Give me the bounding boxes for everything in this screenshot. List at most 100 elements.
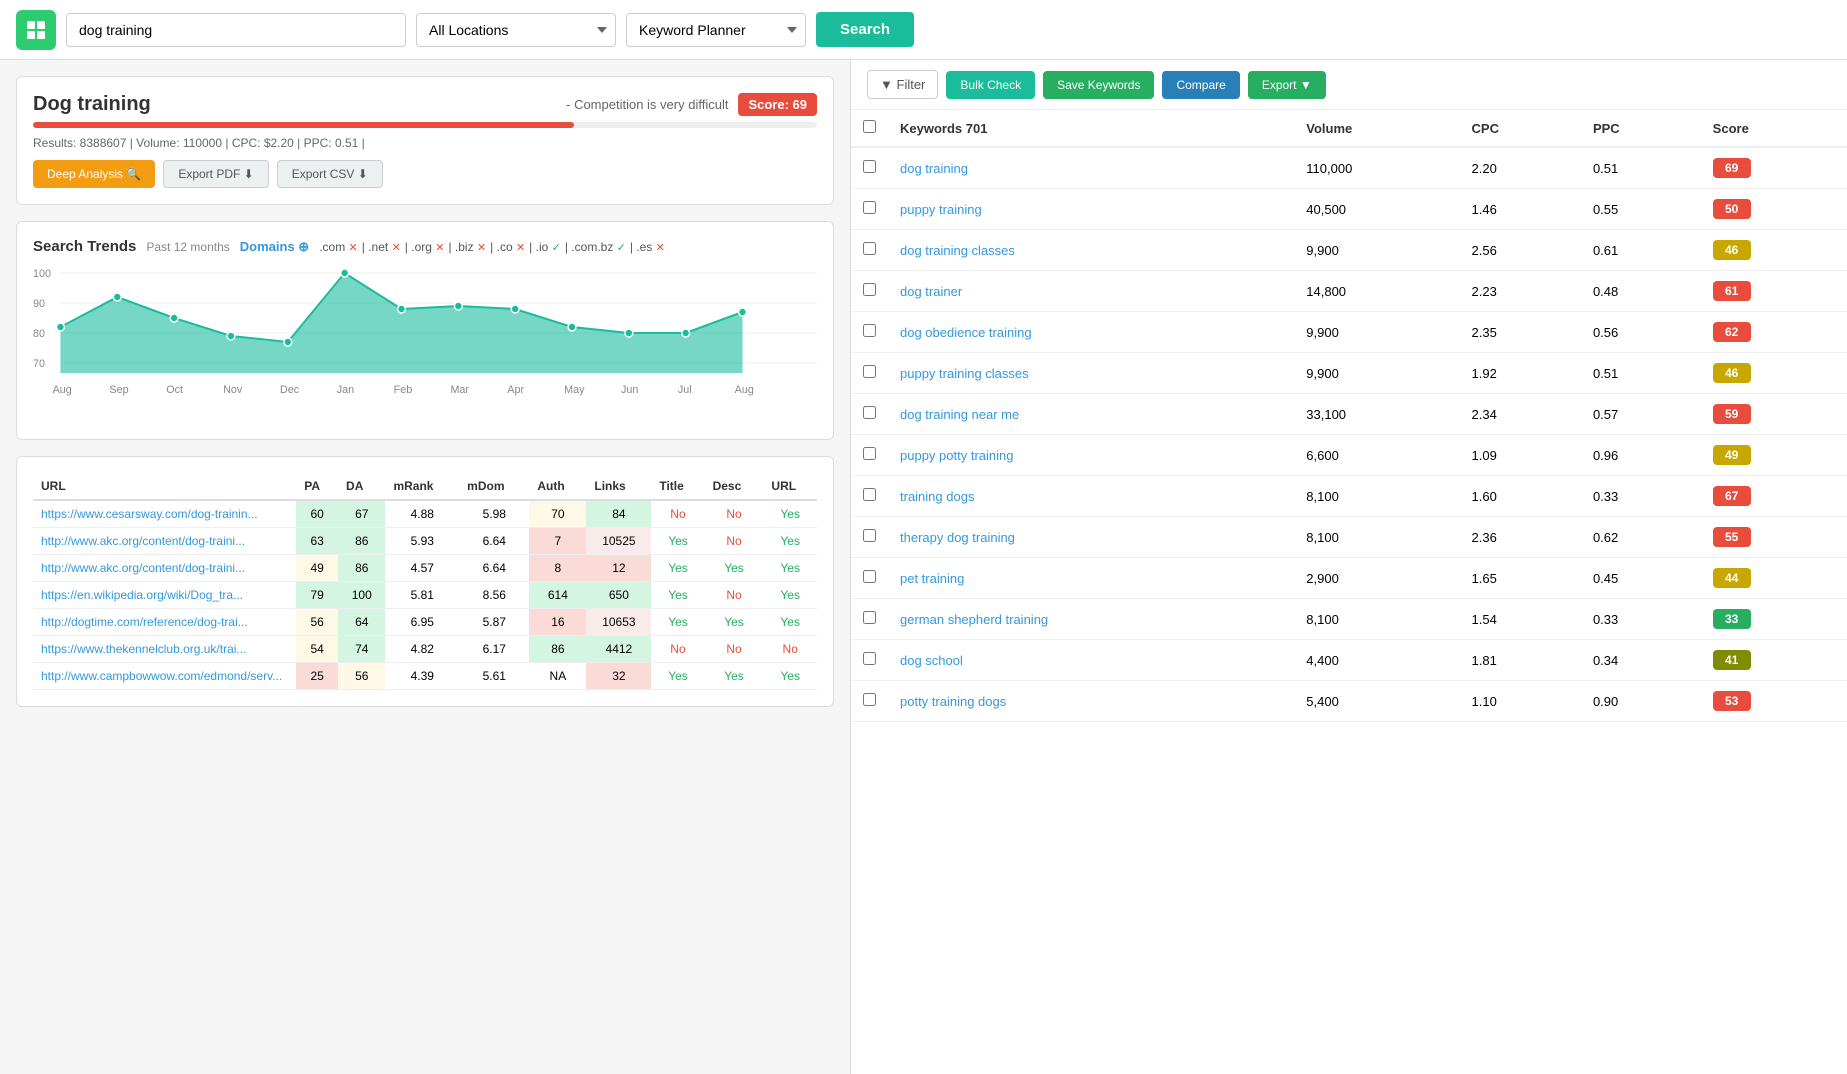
- row-checkbox[interactable]: [863, 652, 876, 665]
- url-flag-cell: Yes: [763, 528, 817, 555]
- col-mdom: mDom: [459, 473, 529, 500]
- url-cell[interactable]: https://en.wikipedia.org/wiki/Dog_tra...: [33, 582, 296, 609]
- ppc-cell: 0.33: [1581, 599, 1701, 640]
- url-cell[interactable]: https://www.cesarsway.com/dog-trainin...: [33, 500, 296, 528]
- row-checkbox[interactable]: [863, 693, 876, 706]
- links-cell: 10653: [586, 609, 651, 636]
- location-select[interactable]: All Locations: [416, 13, 616, 47]
- list-item: potty training dogs 5,400 1.10 0.90 53: [851, 681, 1847, 722]
- keyword-link[interactable]: dog training: [900, 161, 968, 176]
- row-checkbox-cell: [851, 353, 888, 394]
- svg-text:Oct: Oct: [166, 384, 183, 396]
- col-url-flag: URL: [763, 473, 817, 500]
- mdom-cell: 5.87: [459, 609, 529, 636]
- row-checkbox-cell: [851, 681, 888, 722]
- url-cell[interactable]: http://www.akc.org/content/dog-traini...: [33, 555, 296, 582]
- keyword-link[interactable]: dog school: [900, 653, 963, 668]
- row-checkbox[interactable]: [863, 570, 876, 583]
- domains-label[interactable]: Domains ⊕: [240, 239, 309, 255]
- url-cell[interactable]: http://www.campbowwow.com/edmond/serv...: [33, 663, 296, 690]
- ppc-cell: 0.61: [1581, 230, 1701, 271]
- url-flag-cell: Yes: [763, 500, 817, 528]
- col-ppc: PPC: [1581, 110, 1701, 147]
- url-cell[interactable]: http://dogtime.com/reference/dog-trai...: [33, 609, 296, 636]
- cpc-cell: 1.09: [1460, 435, 1581, 476]
- svg-text:Aug: Aug: [735, 384, 754, 396]
- ppc-cell: 0.55: [1581, 189, 1701, 230]
- score-pill: 41: [1713, 650, 1751, 670]
- row-checkbox[interactable]: [863, 324, 876, 337]
- mrank-cell: 4.39: [385, 663, 459, 690]
- search-input[interactable]: [66, 13, 406, 47]
- url-table: URL PA DA mRank mDom Auth Links Title De…: [33, 473, 817, 690]
- keyword-link[interactable]: dog training classes: [900, 243, 1015, 258]
- export-csv-button[interactable]: Export CSV ⬇: [277, 160, 383, 188]
- keyword-cell: puppy training classes: [888, 353, 1294, 394]
- right-panel: ▼ Filter Bulk Check Save Keywords Compar…: [850, 60, 1847, 1074]
- svg-text:Jul: Jul: [678, 384, 692, 396]
- filter-button[interactable]: ▼ Filter: [867, 70, 938, 99]
- volume-cell: 9,900: [1294, 312, 1459, 353]
- score-pill: 62: [1713, 322, 1751, 342]
- keyword-cell: dog training classes: [888, 230, 1294, 271]
- row-checkbox-cell: [851, 558, 888, 599]
- keyword-link[interactable]: puppy potty training: [900, 448, 1013, 463]
- row-checkbox[interactable]: [863, 242, 876, 255]
- export-button[interactable]: Export ▼: [1248, 71, 1326, 99]
- keyword-link[interactable]: german shepherd training: [900, 612, 1048, 627]
- keyword-link[interactable]: training dogs: [900, 489, 974, 504]
- score-card: Dog training - Competition is very diffi…: [16, 76, 834, 205]
- url-flag-cell: Yes: [763, 663, 817, 690]
- svg-text:Dec: Dec: [280, 384, 300, 396]
- keyword-link[interactable]: puppy training: [900, 202, 982, 217]
- list-item: dog trainer 14,800 2.23 0.48 61: [851, 271, 1847, 312]
- select-all-checkbox[interactable]: [863, 120, 876, 133]
- row-checkbox[interactable]: [863, 406, 876, 419]
- keyword-link[interactable]: potty training dogs: [900, 694, 1006, 709]
- row-checkbox[interactable]: [863, 611, 876, 624]
- url-cell[interactable]: https://www.thekennelclub.org.uk/trai...: [33, 636, 296, 663]
- col-score: Score: [1701, 110, 1847, 147]
- compare-button[interactable]: Compare: [1162, 71, 1239, 99]
- deep-analysis-button[interactable]: Deep Analysis 🔍: [33, 160, 155, 188]
- keyword-link[interactable]: dog trainer: [900, 284, 962, 299]
- url-cell[interactable]: http://www.akc.org/content/dog-traini...: [33, 528, 296, 555]
- row-checkbox[interactable]: [863, 201, 876, 214]
- row-checkbox[interactable]: [863, 365, 876, 378]
- tool-select[interactable]: Keyword Planner: [626, 13, 806, 47]
- bulk-check-button[interactable]: Bulk Check: [946, 71, 1035, 99]
- keyword-link[interactable]: pet training: [900, 571, 964, 586]
- links-cell: 12: [586, 555, 651, 582]
- main-layout: Dog training - Competition is very diffi…: [0, 60, 1847, 1074]
- col-volume: Volume: [1294, 110, 1459, 147]
- links-cell: 4412: [586, 636, 651, 663]
- row-checkbox-cell: [851, 476, 888, 517]
- col-pa: PA: [296, 473, 338, 500]
- keyword-link[interactable]: dog training near me: [900, 407, 1019, 422]
- score-pill: 59: [1713, 404, 1751, 424]
- da-cell: 86: [338, 528, 385, 555]
- row-checkbox-cell: [851, 189, 888, 230]
- row-checkbox[interactable]: [863, 529, 876, 542]
- keyword-link[interactable]: puppy training classes: [900, 366, 1029, 381]
- list-item: dog training classes 9,900 2.56 0.61 46: [851, 230, 1847, 271]
- row-checkbox[interactable]: [863, 488, 876, 501]
- links-cell: 32: [586, 663, 651, 690]
- save-keywords-button[interactable]: Save Keywords: [1043, 71, 1154, 99]
- desc-cell: Yes: [705, 663, 764, 690]
- row-checkbox[interactable]: [863, 283, 876, 296]
- domain-tag-co: | .co ✕: [490, 240, 525, 254]
- keyword-link[interactable]: dog obedience training: [900, 325, 1032, 340]
- export-pdf-button[interactable]: Export PDF ⬇: [163, 160, 268, 188]
- pa-cell: 54: [296, 636, 338, 663]
- keyword-link[interactable]: therapy dog training: [900, 530, 1015, 545]
- score-pill: 50: [1713, 199, 1751, 219]
- domain-tag-biz: | .biz ✕: [448, 240, 486, 254]
- logo-icon[interactable]: [16, 10, 56, 50]
- search-button[interactable]: Search: [816, 12, 914, 47]
- row-checkbox[interactable]: [863, 447, 876, 460]
- desc-cell: No: [705, 582, 764, 609]
- cpc-cell: 1.81: [1460, 640, 1581, 681]
- table-row: http://www.campbowwow.com/edmond/serv...…: [33, 663, 817, 690]
- row-checkbox[interactable]: [863, 160, 876, 173]
